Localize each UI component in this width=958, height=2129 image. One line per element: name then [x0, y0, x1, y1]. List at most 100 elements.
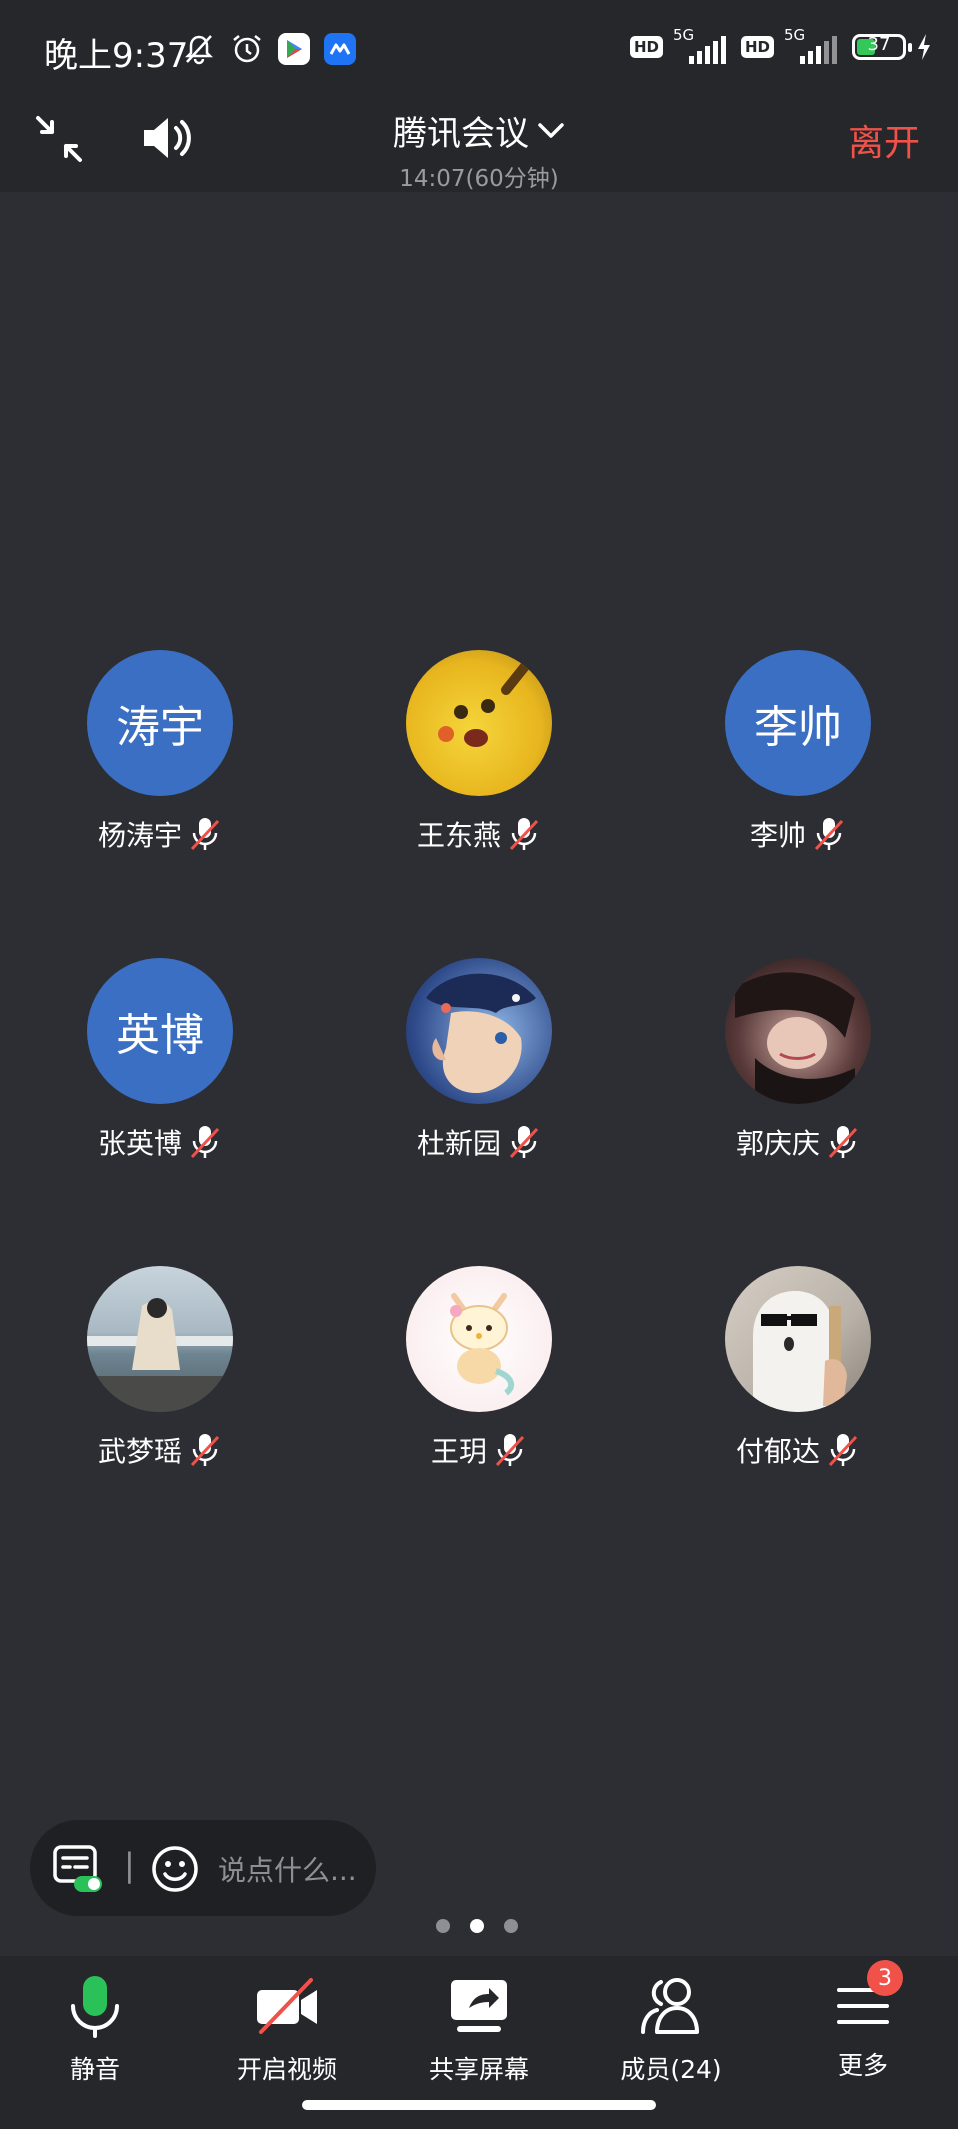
participant-name-row: 付郁达: [668, 1430, 928, 1470]
anime-boy-avatar-image: [426, 973, 536, 1093]
avatar-initials: 涛宇: [116, 702, 204, 753]
ghost-sunglasses-avatar-image: [753, 1291, 847, 1412]
microphone-icon: [71, 1976, 119, 2038]
participant-name-row: 杜新园: [349, 1122, 609, 1162]
participant-tile[interactable]: 王玥: [349, 1266, 609, 1486]
landscape-avatar-image: [87, 1298, 233, 1412]
participant-name: 王东燕: [416, 819, 501, 852]
bell-muted-icon: [184, 35, 214, 65]
participant-name-row: 郭庆庆: [668, 1122, 928, 1162]
participant-name-row: 王玥: [349, 1430, 609, 1470]
start-video-label: 开启视频: [236, 2055, 337, 2084]
meeting-info[interactable]: 腾讯会议 14:07(60分钟): [0, 100, 958, 193]
participant-name: 李帅: [749, 819, 806, 852]
avatar: 涛宇: [87, 650, 233, 796]
page-dot[interactable]: [504, 1919, 518, 1933]
chat-input-placeholder[interactable]: 说点什么...: [218, 1849, 357, 1889]
pikachu-avatar-image: [438, 660, 531, 747]
leave-button[interactable]: 离开: [848, 114, 920, 166]
participant-name-row: 李帅: [668, 814, 928, 854]
avatar: [725, 1266, 871, 1412]
avatar: [725, 958, 871, 1104]
signal-icon-1: 5G: [673, 26, 731, 64]
participant-tile[interactable]: 武梦瑶: [30, 1266, 290, 1486]
caption-toggle-icon[interactable]: [52, 1842, 104, 1894]
avatar: [87, 1266, 233, 1412]
participant-tile[interactable]: 郭庆庆: [668, 958, 928, 1178]
page-indicator: [436, 1919, 518, 1933]
chevron-down-icon: [538, 122, 564, 138]
participant-tile[interactable]: 李帅 李帅: [668, 650, 928, 870]
home-indicator[interactable]: [302, 2100, 656, 2110]
mic-muted-icon: [814, 818, 844, 851]
chat-separator: |: [124, 1846, 135, 1884]
participant-tile[interactable]: 涛宇 杨涛宇: [30, 650, 290, 870]
meeting-header: 腾讯会议 14:07(60分钟) 离开: [0, 100, 958, 192]
meeting-duration: 14:07(60分钟): [399, 166, 559, 192]
hd-badge-2: HD: [740, 36, 774, 58]
more-button[interactable]: 3 更多: [778, 1960, 948, 2082]
share-screen-icon: [451, 1980, 507, 2032]
charging-icon: [918, 34, 930, 60]
battery-icon: 37: [852, 34, 912, 60]
participant-name-row: 武梦瑶: [30, 1430, 290, 1470]
mic-muted-icon: [190, 1434, 220, 1467]
participant-name: 张英博: [97, 1127, 182, 1160]
battery-level: 37: [867, 34, 891, 55]
signal-icon-2: 5G: [784, 26, 842, 64]
alarm-clock-icon: [233, 35, 261, 63]
meeting-title-row[interactable]: 腾讯会议: [393, 106, 565, 155]
mute-label: 静音: [69, 2055, 120, 2084]
meeting-screen: 晚上9:37 HD 5G HD 5G 37 腾讯会议 14:07(60分钟) 离…: [0, 0, 958, 2129]
video-off-icon: [257, 1978, 317, 2034]
avatar: [406, 650, 552, 796]
avatar: 英博: [87, 958, 233, 1104]
meeting-title: 腾讯会议: [393, 114, 529, 154]
share-screen-button[interactable]: 共享屏幕: [394, 1974, 564, 2086]
participant-name: 武梦瑶: [97, 1435, 182, 1468]
participant-tile[interactable]: 英博 张英博: [30, 958, 290, 1178]
members-label: 成员(24): [620, 2055, 722, 2084]
page-dot-active[interactable]: [470, 1919, 484, 1933]
meeting-app-icon: [324, 33, 356, 65]
participant-name-row: 张英博: [30, 1122, 290, 1162]
participant-name: 郭庆庆: [735, 1127, 820, 1160]
status-notification-icons: [182, 32, 356, 66]
members-icon: [641, 1978, 699, 2034]
portrait-avatar-image: [735, 972, 855, 1104]
participant-tile[interactable]: 王东燕: [349, 650, 609, 870]
share-screen-label: 共享屏幕: [428, 2055, 529, 2084]
more-icon-wrap: 3: [831, 1960, 903, 2038]
mic-muted-icon: [190, 1126, 220, 1159]
play-store-icon: [278, 33, 310, 65]
mic-muted-icon: [190, 818, 220, 851]
mic-muted-icon: [828, 1126, 858, 1159]
chat-bar[interactable]: | 说点什么...: [30, 1820, 376, 1916]
avatar: [406, 958, 552, 1104]
start-video-button[interactable]: 开启视频: [202, 1974, 372, 2086]
participant-name: 王玥: [430, 1435, 487, 1468]
hello-kitty-avatar-image: [450, 1293, 515, 1396]
mic-muted-icon: [509, 818, 539, 851]
members-button[interactable]: 成员(24): [586, 1974, 756, 2086]
participant-name: 杜新园: [416, 1127, 501, 1160]
participant-tile[interactable]: 付郁达: [668, 1266, 928, 1486]
participant-name: 付郁达: [735, 1435, 820, 1468]
status-bar: 晚上9:37 HD 5G HD 5G 37: [0, 0, 958, 100]
hd-badge-1: HD: [629, 36, 663, 58]
emoji-icon[interactable]: [150, 1844, 200, 1894]
more-label: 更多: [837, 2051, 888, 2080]
avatar-initials: 英博: [116, 1010, 204, 1061]
status-right: HD 5G HD 5G 37: [629, 26, 932, 64]
participant-name: 杨涛宇: [97, 819, 182, 852]
avatar: [406, 1266, 552, 1412]
mic-muted-icon: [828, 1434, 858, 1467]
avatar: 李帅: [725, 650, 871, 796]
mute-button[interactable]: 静音: [10, 1974, 180, 2086]
participant-name-row: 王东燕: [349, 814, 609, 854]
participant-tile[interactable]: 杜新园: [349, 958, 609, 1178]
status-time: 晚上9:37: [44, 36, 189, 76]
mic-muted-icon: [509, 1126, 539, 1159]
avatar-initials: 李帅: [754, 702, 842, 753]
page-dot[interactable]: [436, 1919, 450, 1933]
